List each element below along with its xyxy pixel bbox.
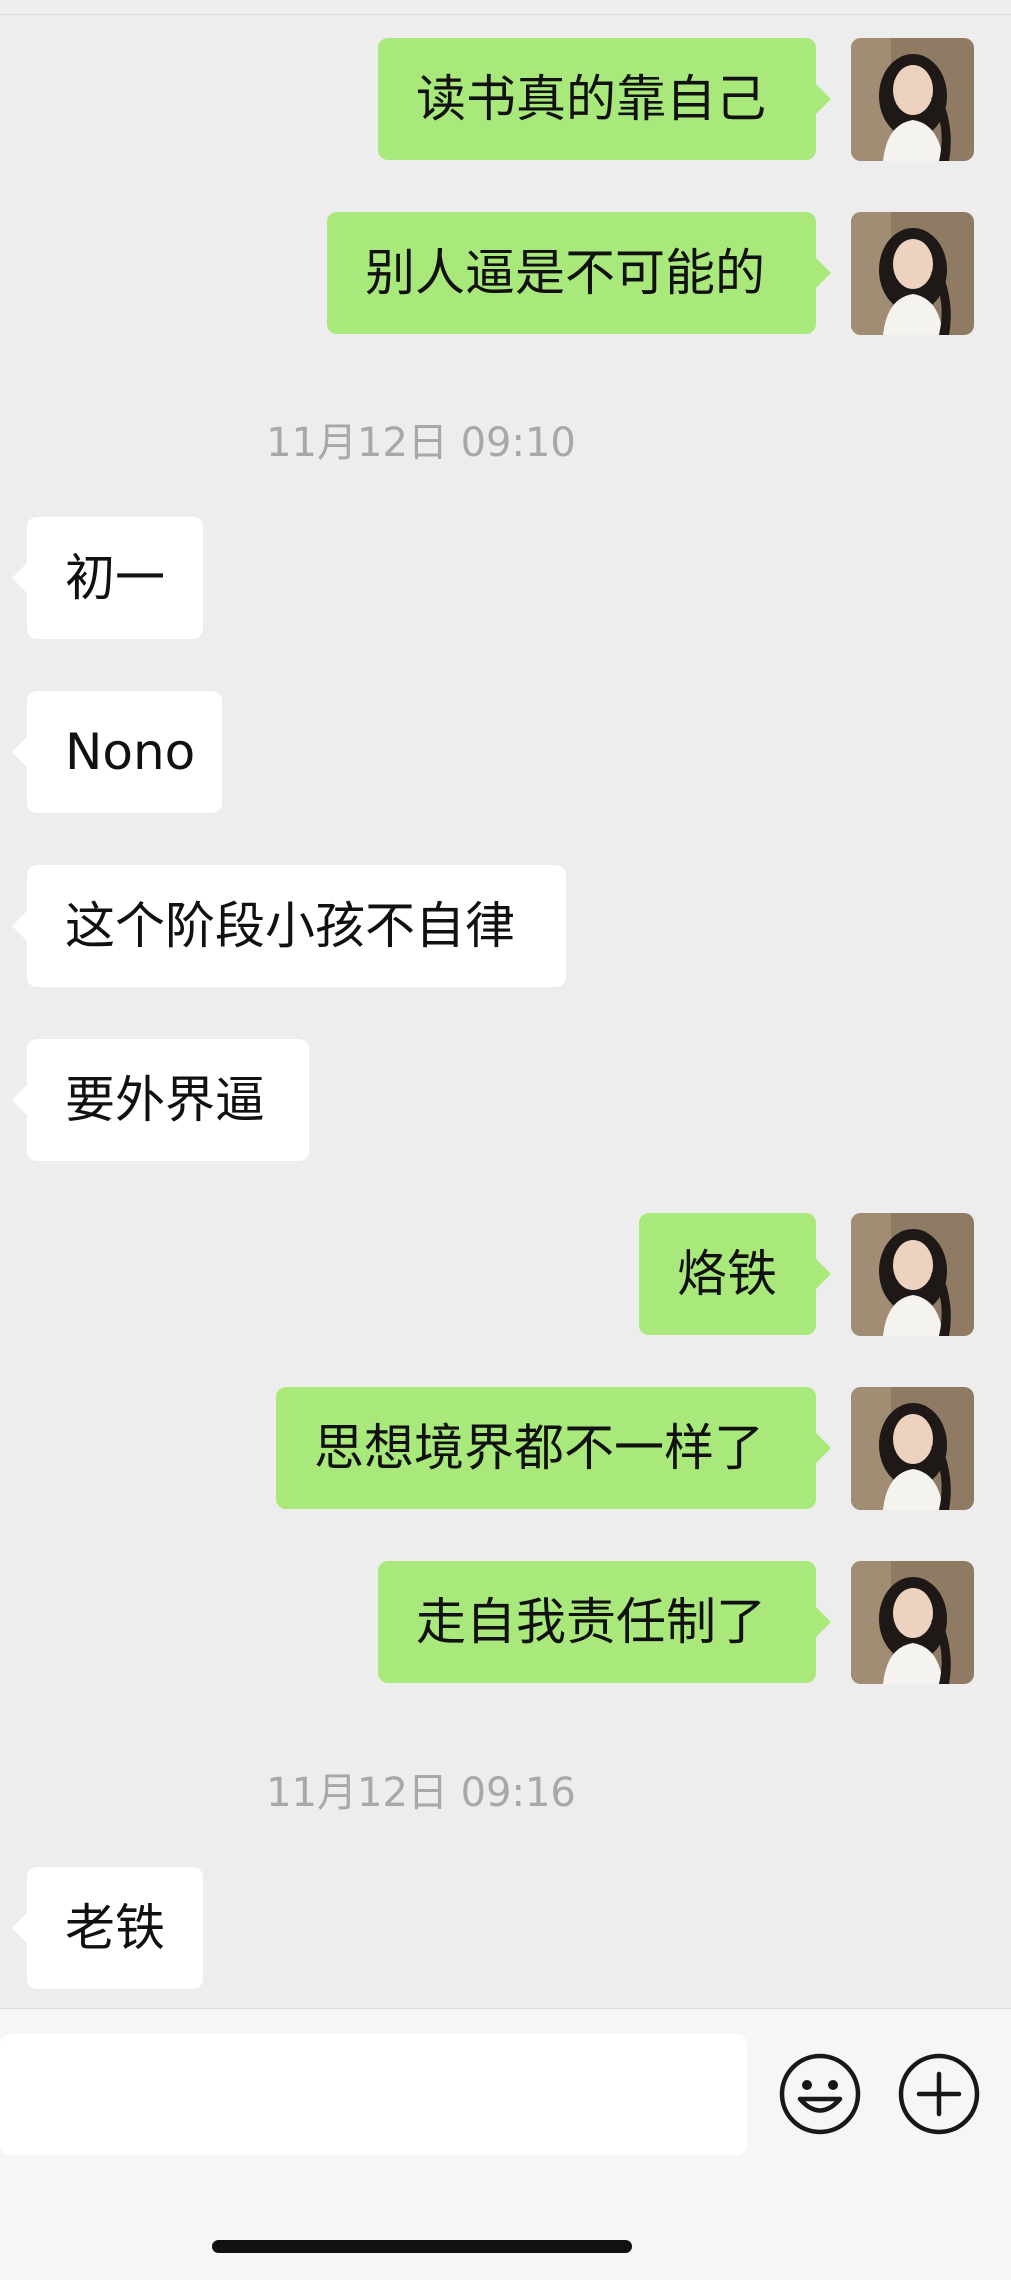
sent-message-bubble[interactable]: 走自我责任制了: [378, 1561, 831, 1683]
avatar[interactable]: [851, 1387, 974, 1510]
sent-message-bubble[interactable]: 思想境界都不一样了: [276, 1387, 831, 1509]
timestamp: 11月12日 09:10: [266, 420, 576, 466]
user-avatar-photo: [851, 1561, 974, 1684]
received-message-bubble[interactable]: 初一: [12, 517, 203, 639]
user-avatar-photo: [851, 1213, 974, 1336]
message-text: 老铁: [65, 1899, 165, 1957]
sent-message-bubble[interactable]: 读书真的靠自己: [378, 38, 831, 160]
home-indicator: [212, 2240, 632, 2253]
message-text: 别人逼是不可能的: [365, 244, 765, 302]
received-message-bubble[interactable]: 这个阶段小孩不自律: [12, 865, 566, 987]
sent-message-bubble[interactable]: 别人逼是不可能的: [327, 212, 831, 334]
message-text: 这个阶段小孩不自律: [65, 897, 515, 955]
avatar[interactable]: [851, 1561, 974, 1684]
user-avatar-photo: [851, 38, 974, 161]
message-text: 走自我责任制了: [416, 1593, 766, 1651]
message-text: Nono: [65, 723, 196, 781]
plus-circle-icon[interactable]: [897, 2052, 981, 2136]
avatar[interactable]: [851, 1213, 974, 1336]
received-message-bubble[interactable]: 要外界逼: [12, 1039, 309, 1161]
smiley-face-icon[interactable]: [778, 2052, 862, 2136]
input-bar: [0, 2008, 1011, 2280]
received-message-bubble[interactable]: 老铁: [12, 1867, 203, 1989]
user-avatar-photo: [851, 212, 974, 335]
chat-area[interactable]: 读书真的靠自己 别人逼是不可能的 11月12日 09:10 初一 Nono 这个…: [0, 0, 1011, 2008]
message-text: 思想境界都不一样了: [314, 1419, 764, 1477]
user-avatar-photo: [851, 1387, 974, 1510]
avatar[interactable]: [851, 212, 974, 335]
message-text: 读书真的靠自己: [416, 70, 766, 128]
sent-message-bubble[interactable]: 烙铁: [639, 1213, 831, 1335]
avatar[interactable]: [851, 38, 974, 161]
message-text: 烙铁: [677, 1245, 777, 1303]
message-text: 要外界逼: [65, 1071, 265, 1129]
received-message-bubble[interactable]: Nono: [12, 691, 222, 813]
timestamp: 11月12日 09:16: [266, 1770, 576, 1816]
message-text: 初一: [65, 549, 165, 607]
message-input[interactable]: [0, 2034, 747, 2155]
